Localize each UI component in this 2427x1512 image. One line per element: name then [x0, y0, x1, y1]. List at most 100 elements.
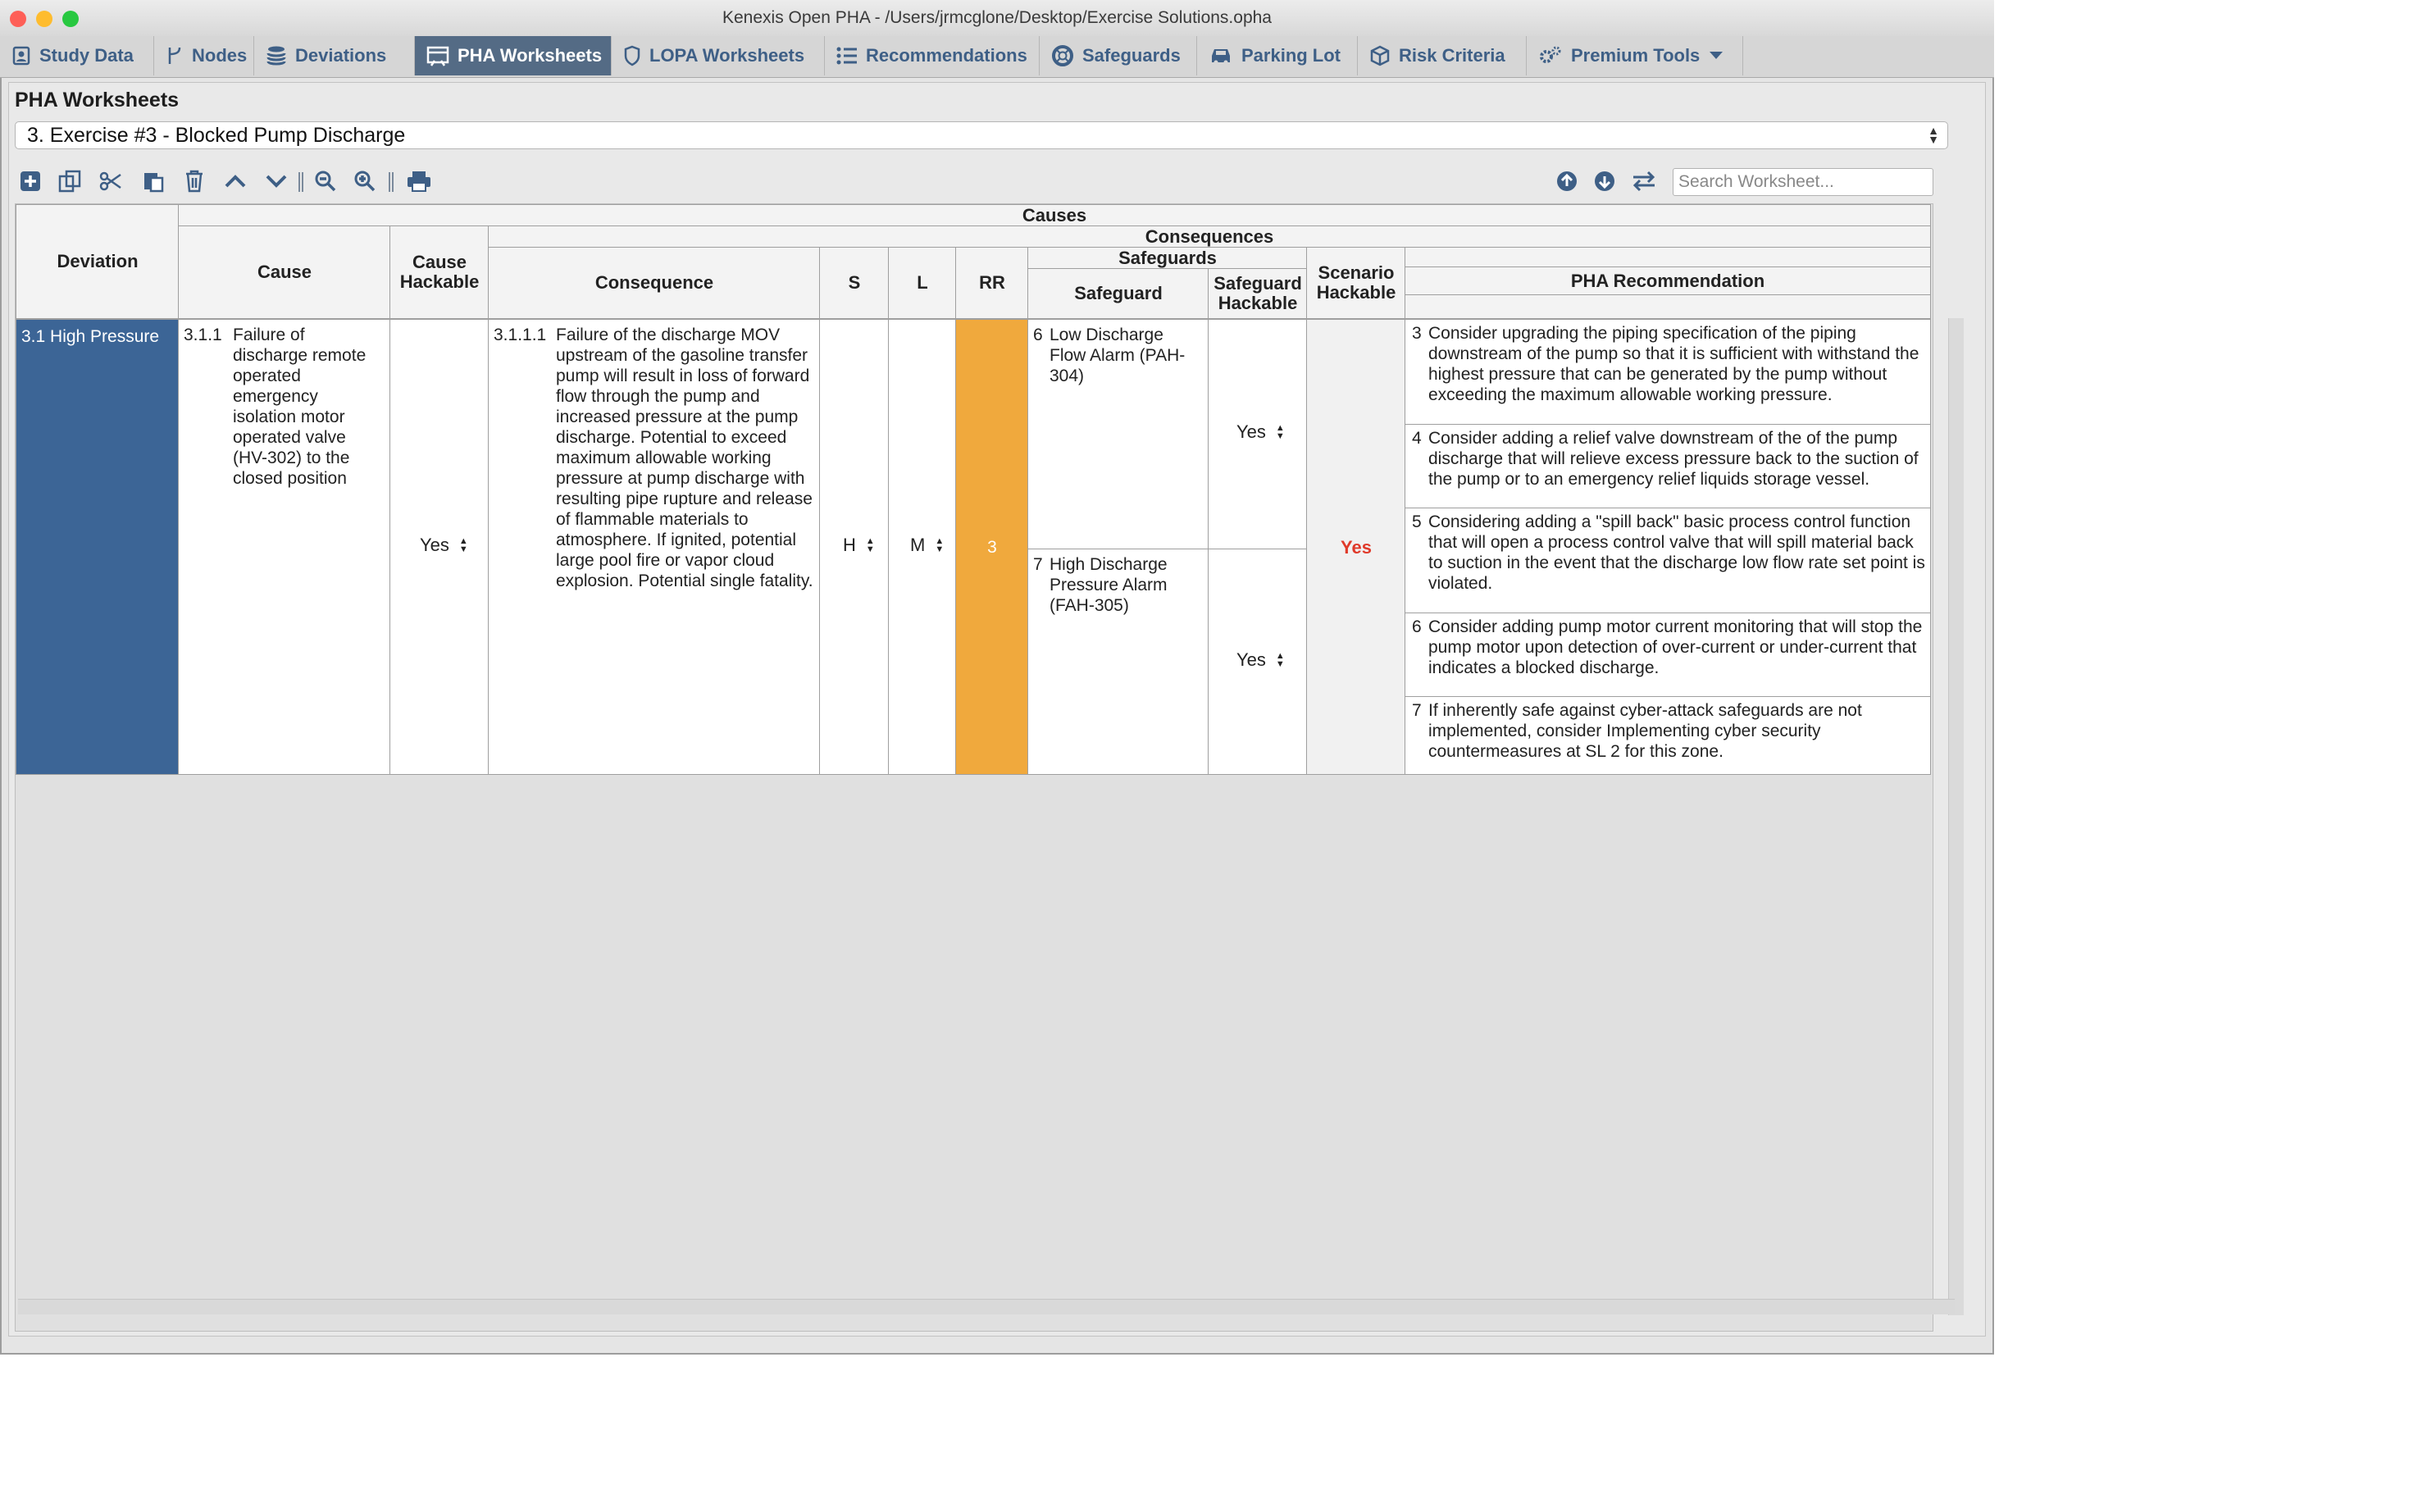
risk-ranking-value: 3	[987, 537, 997, 557]
header-scenario-hackable[interactable]: Scenario Hackable	[1306, 247, 1406, 319]
delete-icon	[186, 170, 203, 193]
scroll-up-icon	[1557, 171, 1577, 191]
header-likelihood[interactable]: L	[888, 247, 957, 319]
cube-icon	[1370, 45, 1390, 66]
safeguard-cell[interactable]: 6 Low Discharge Flow Alarm (PAH-304)	[1027, 319, 1209, 550]
header-pha-recommendation[interactable]: PHA Recommendation	[1405, 266, 1931, 296]
header-safeguard-hackable[interactable]: Safeguard Hackable	[1208, 268, 1308, 319]
safeguard-text: Low Discharge Flow Alarm (PAH-304)	[1050, 326, 1186, 385]
page-title: PHA Worksheets	[15, 89, 180, 112]
severity-cell[interactable]: H ▲ ▼	[819, 319, 890, 775]
cause-hackable-select[interactable]: Yes ▲ ▼	[420, 535, 468, 555]
toolbar-separator	[298, 172, 303, 192]
zoom-in-button[interactable]	[353, 169, 377, 194]
likelihood-value: M	[910, 535, 926, 555]
safeguard-hackable-cell[interactable]: Yes ▲ ▼	[1208, 319, 1308, 550]
worksheet-select[interactable]: 3. Exercise #3 - Blocked Pump Discharge …	[15, 121, 1948, 149]
tab-premium-tools[interactable]: Premium Tools	[1527, 36, 1743, 75]
updown-arrows-icon: ▲ ▼	[458, 535, 468, 554]
header-deviation[interactable]: Deviation	[16, 204, 180, 319]
tab-safeguards[interactable]: Safeguards	[1040, 36, 1197, 75]
header-safeguard[interactable]: Safeguard	[1027, 268, 1209, 319]
recommendation-text: If inherently safe against cyber-attack …	[1428, 701, 1862, 761]
horizontal-scrollbar[interactable]	[18, 1299, 1955, 1314]
deviation-cell[interactable]: 3.1 High Pressure	[16, 319, 180, 775]
zoom-out-button[interactable]	[313, 169, 338, 194]
deviations-icon	[266, 46, 286, 66]
move-up-button[interactable]	[223, 169, 248, 194]
scroll-up-button[interactable]	[1555, 169, 1579, 194]
updown-arrows-icon: ▲ ▼	[935, 535, 945, 554]
delete-row-button[interactable]	[182, 169, 207, 194]
header-cause[interactable]: Cause	[178, 225, 391, 319]
tab-study-data[interactable]: Study Data	[0, 36, 154, 75]
paste-row-button[interactable]	[141, 169, 166, 194]
severity-select[interactable]: H ▲ ▼	[843, 535, 875, 555]
nodes-icon	[168, 47, 181, 64]
safeguard-number: 6	[1033, 326, 1043, 344]
consequence-cell[interactable]: 3.1.1.1 Failure of the discharge MOV ups…	[488, 319, 821, 775]
header-consequences: Consequences	[488, 225, 1931, 248]
shield-icon	[624, 45, 640, 66]
swap-button[interactable]	[1632, 169, 1656, 194]
recommendation-number: 6	[1412, 617, 1422, 636]
recommendation-text: Consider adding pump motor current monit…	[1428, 617, 1923, 677]
move-down-icon	[266, 175, 287, 188]
header-severity[interactable]: S	[819, 247, 890, 319]
safeguard-hackable-select[interactable]: Yes ▲ ▼	[1236, 649, 1285, 670]
tab-label: Parking Lot	[1241, 45, 1341, 66]
safeguard-cell[interactable]: 7 High Discharge Pressure Alarm (FAH-305…	[1027, 549, 1209, 775]
tab-parking-lot[interactable]: Parking Lot	[1197, 36, 1358, 75]
cause-text: Failure of discharge remote operated eme…	[233, 326, 367, 488]
print-button[interactable]	[407, 169, 431, 194]
recommendation-cell[interactable]: 7 If inherently safe against cyber-attac…	[1405, 696, 1931, 775]
worksheet-grid: Deviation Causes Cause Cause Hackable Co…	[15, 203, 1933, 1332]
recommendation-cell[interactable]: 6 Consider adding pump motor current mon…	[1405, 613, 1931, 698]
tab-pha-worksheets[interactable]: PHA Worksheets	[415, 36, 612, 75]
cause-cell[interactable]: 3.1.1 Failure of discharge remote operat…	[178, 319, 391, 775]
tab-label: Premium Tools	[1571, 45, 1701, 66]
title-bar: Kenexis Open PHA - /Users/jrmcglone/Desk…	[0, 0, 1994, 37]
recommendation-cell[interactable]: 4 Consider adding a relief valve downstr…	[1405, 424, 1931, 509]
tab-lopa-worksheets[interactable]: LOPA Worksheets	[612, 36, 825, 75]
updown-arrows-icon: ▲ ▼	[865, 535, 875, 554]
search-worksheet-input[interactable]	[1673, 168, 1933, 196]
tab-nodes[interactable]: Nodes	[154, 36, 254, 75]
header-spacer	[1405, 247, 1931, 268]
tab-deviations[interactable]: Deviations	[254, 36, 415, 75]
tab-risk-criteria[interactable]: Risk Criteria	[1358, 36, 1527, 75]
move-down-button[interactable]	[264, 169, 289, 194]
cut-icon	[99, 171, 121, 191]
consequence-text: Failure of the discharge MOV upstream of…	[556, 326, 813, 590]
safeguard-hackable-value: Yes	[1236, 649, 1266, 670]
add-row-button[interactable]	[18, 169, 43, 194]
likelihood-cell[interactable]: M ▲ ▼	[888, 319, 957, 775]
consequence-number: 3.1.1.1	[494, 326, 547, 344]
header-consequence[interactable]: Consequence	[488, 247, 821, 319]
recommendation-cell[interactable]: 3 Consider upgrading the piping specific…	[1405, 319, 1931, 426]
vertical-scrollbar[interactable]	[1948, 318, 1964, 1315]
recommendation-number: 4	[1412, 429, 1422, 448]
risk-ranking-cell: 3	[955, 319, 1029, 775]
scroll-down-button[interactable]	[1592, 169, 1617, 194]
tab-label: Risk Criteria	[1399, 45, 1505, 66]
move-up-icon	[225, 175, 246, 188]
header-cause-hackable[interactable]: Cause Hackable	[389, 225, 489, 319]
study-data-icon	[12, 46, 30, 66]
recommendation-number: 5	[1412, 512, 1422, 531]
header-risk-ranking[interactable]: RR	[955, 247, 1029, 319]
chevron-down-icon	[1710, 52, 1723, 59]
severity-value: H	[843, 535, 856, 555]
recommendation-cell[interactable]: 5 Considering adding a "spill back" basi…	[1405, 508, 1931, 614]
cut-row-button[interactable]	[98, 169, 123, 194]
updown-arrows-icon: ▲ ▼	[1275, 422, 1285, 441]
cause-hackable-cell[interactable]: Yes ▲ ▼	[389, 319, 489, 775]
safeguard-hackable-select[interactable]: Yes ▲ ▼	[1236, 421, 1285, 442]
tab-recommendations[interactable]: Recommendations	[825, 36, 1040, 75]
window-title: Kenexis Open PHA - /Users/jrmcglone/Desk…	[722, 8, 1272, 27]
copy-row-button[interactable]	[57, 169, 82, 194]
gears-icon	[1540, 46, 1561, 63]
safeguard-hackable-cell[interactable]: Yes ▲ ▼	[1208, 549, 1308, 775]
updown-arrows-icon: ▲ ▼	[1275, 650, 1285, 669]
likelihood-select[interactable]: M ▲ ▼	[910, 535, 944, 555]
